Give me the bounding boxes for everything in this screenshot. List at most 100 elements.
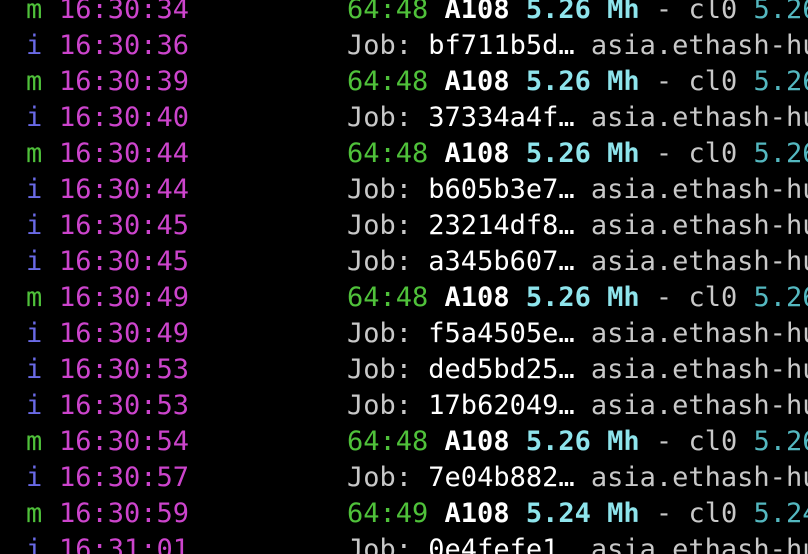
job-label: Job:: [347, 210, 413, 241]
log-line: m 16:30:59 64:49 A108 5.24 Mh - cl0 5.24: [0, 496, 808, 532]
job-hash: 0e4fefe1…: [428, 534, 575, 554]
log-message: Job: 23214df8… asia.ethash-hu: [347, 208, 808, 244]
pool-label: cl0: [688, 66, 738, 97]
pool-hashrate: 5.26: [753, 282, 808, 313]
separator: -: [655, 0, 673, 25]
job-label: Job:: [347, 30, 413, 61]
log-message: 64:49 A108 5.24 Mh - cl0 5.24: [347, 496, 808, 532]
pool-host: asia.ethash-hu: [590, 210, 808, 241]
log-line: i 16:30:36 Job: bf711b5d… asia.ethash-hu: [0, 28, 808, 64]
log-level: m: [26, 0, 43, 25]
pool-host: asia.ethash-hu: [590, 30, 808, 61]
pool-host: asia.ethash-hu: [590, 318, 808, 349]
terminal-output[interactable]: m16:30:3464:48 A108 5.26 Mh - cl0 5.26i1…: [0, 0, 808, 554]
log-message: 64:48 A108 5.26 Mh - cl0 5.26: [347, 136, 808, 172]
log-line: i 16:30:49 Job: f5a4505e… asia.ethash-hu: [0, 316, 808, 352]
log-level: i: [26, 534, 43, 554]
uptime-value: 64:48: [347, 66, 429, 97]
log-level: i: [26, 354, 43, 385]
log-timestamp: 16:30:44: [59, 174, 190, 205]
log-message: Job: b605b3e7… asia.ethash-hu: [347, 172, 808, 208]
log-timestamp: 16:31:01: [59, 534, 190, 554]
log-level: i: [26, 30, 43, 61]
job-label: Job:: [347, 354, 413, 385]
log-level: i: [26, 462, 43, 493]
separator: -: [655, 426, 673, 457]
log-line: i 16:30:53 Job: ded5bd25… asia.ethash-hu: [0, 352, 808, 388]
hashrate-value: 5.24 Mh: [525, 498, 640, 529]
pool-label: cl0: [688, 138, 738, 169]
job-hash: ded5bd25…: [428, 354, 575, 385]
log-timestamp: 16:30:45: [59, 210, 190, 241]
log-timestamp: 16:30:57: [59, 462, 190, 493]
log-line: i 16:30:45 Job: a345b607… asia.ethash-hu: [0, 244, 808, 280]
log-message: Job: 7e04b882… asia.ethash-hu: [347, 460, 808, 496]
gpu-name: A108: [444, 426, 510, 457]
job-label: Job:: [347, 102, 413, 133]
log-message: 64:48 A108 5.26 Mh - cl0 5.26: [347, 64, 808, 100]
pool-host: asia.ethash-hu: [590, 354, 808, 385]
job-label: Job:: [347, 174, 413, 205]
uptime-value: 64:48: [347, 0, 429, 25]
pool-host: asia.ethash-hu: [590, 390, 808, 421]
log-level: m: [26, 426, 43, 457]
pool-host: asia.ethash-hu: [590, 246, 808, 277]
pool-host: asia.ethash-hu: [590, 174, 808, 205]
pool-label: cl0: [688, 498, 738, 529]
uptime-value: 64:48: [347, 138, 429, 169]
pool-hashrate: 5.26: [753, 0, 808, 25]
log-level: i: [26, 210, 43, 241]
log-message: Job: bf711b5d… asia.ethash-hu: [347, 28, 808, 64]
log-line: m 16:30:39 64:48 A108 5.26 Mh - cl0 5.26: [0, 64, 808, 100]
log-level: i: [26, 102, 43, 133]
pool-label: cl0: [688, 282, 738, 313]
separator: -: [655, 66, 673, 97]
log-level: m: [26, 66, 43, 97]
uptime-value: 64:49: [347, 498, 429, 529]
log-line: i 16:30:44 Job: b605b3e7… asia.ethash-hu: [0, 172, 808, 208]
job-label: Job:: [347, 318, 413, 349]
log-line: m 16:30:49 64:48 A108 5.26 Mh - cl0 5.26: [0, 280, 808, 316]
pool-hashrate: 5.24: [753, 498, 808, 529]
log-message: Job: f5a4505e… asia.ethash-hu: [347, 316, 808, 352]
job-label: Job:: [347, 390, 413, 421]
uptime-value: 64:48: [347, 282, 429, 313]
log-line: i 16:31:01 Job: 0e4fefe1… asia.ethash-hu: [0, 532, 808, 554]
log-timestamp: 16:30:36: [59, 30, 190, 61]
log-line: i 16:30:57 Job: 7e04b882… asia.ethash-hu: [0, 460, 808, 496]
log-level: m: [26, 282, 43, 313]
log-message: 64:48 A108 5.26 Mh - cl0 5.26: [347, 0, 808, 28]
log-message: Job: a345b607… asia.ethash-hu: [347, 244, 808, 280]
log-line: i 16:30:53 Job: 17b62049… asia.ethash-hu: [0, 388, 808, 424]
hashrate-value: 5.26 Mh: [525, 0, 640, 25]
pool-host: asia.ethash-hu: [590, 462, 808, 493]
job-hash: 23214df8…: [428, 210, 575, 241]
log-level: m: [26, 498, 43, 529]
log-timestamp: 16:30:45: [59, 246, 190, 277]
log-timestamp: 16:30:53: [59, 390, 190, 421]
log-level: m: [26, 138, 43, 169]
job-hash: 7e04b882…: [428, 462, 575, 493]
job-hash: 37334a4f…: [428, 102, 575, 133]
job-hash: b605b3e7…: [428, 174, 575, 205]
pool-host: asia.ethash-hu: [590, 102, 808, 133]
pool-hashrate: 5.26: [753, 66, 808, 97]
hashrate-value: 5.26 Mh: [525, 66, 640, 97]
job-label: Job:: [347, 246, 413, 277]
log-timestamp: 16:30:49: [59, 318, 190, 349]
hashrate-value: 5.26 Mh: [525, 282, 640, 313]
job-hash: bf711b5d…: [428, 30, 575, 61]
log-message: Job: 37334a4f… asia.ethash-hu: [347, 100, 808, 136]
log-timestamp: 16:30:53: [59, 354, 190, 385]
log-level: i: [26, 174, 43, 205]
pool-host: asia.ethash-hu: [590, 534, 808, 554]
separator: -: [655, 282, 673, 313]
separator: -: [655, 498, 673, 529]
pool-hashrate: 5.26: [753, 426, 808, 457]
job-hash: f5a4505e…: [428, 318, 575, 349]
pool-label: cl0: [688, 426, 738, 457]
uptime-value: 64:48: [347, 426, 429, 457]
log-timestamp: 16:30:44: [59, 138, 190, 169]
log-message: Job: 0e4fefe1… asia.ethash-hu: [347, 532, 808, 554]
log-timestamp: 16:30:40: [59, 102, 190, 133]
